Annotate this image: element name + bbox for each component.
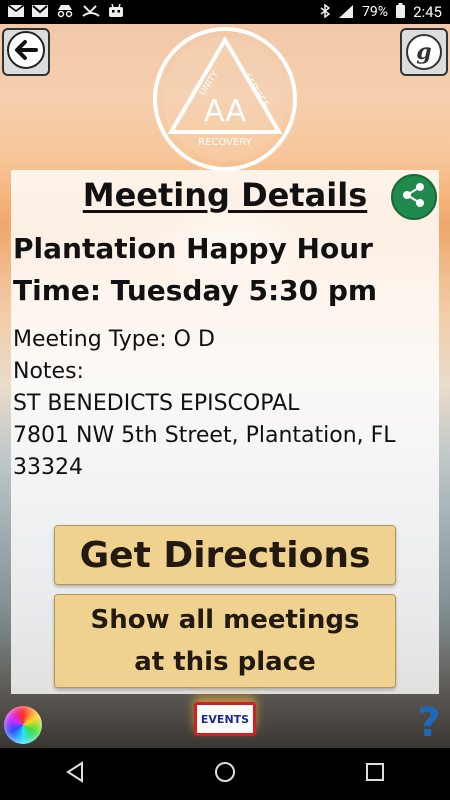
aa-logo: UNITY SERVICE AA RECOVERY — [152, 26, 298, 172]
nav-home-button[interactable] — [205, 754, 245, 794]
page-title: Meeting Details — [82, 176, 368, 214]
address-line1: 7801 NW 5th Street, Plantation, FL — [13, 423, 396, 448]
missed-call-icon — [82, 4, 100, 21]
events-button[interactable]: EVENTS — [194, 702, 256, 736]
triangle-back-icon — [64, 761, 86, 787]
status-left-icons — [7, 3, 124, 21]
status-bar: 79% 2:45 — [0, 0, 450, 24]
battery-icon — [396, 3, 406, 21]
navigation-bar — [0, 748, 450, 800]
bluetooth-icon — [320, 3, 331, 21]
share-icon — [401, 182, 427, 212]
nav-recents-button[interactable] — [355, 754, 395, 794]
show-all-meetings-button[interactable]: Show all meetings at this place — [54, 594, 396, 688]
help-button[interactable]: ? — [412, 700, 446, 746]
meeting-info: Meeting Type: O D Notes: ST BENEDICTS EP… — [13, 324, 437, 484]
robot-icon — [108, 3, 124, 21]
circle-home-icon — [214, 761, 236, 787]
g-icon: g — [406, 34, 442, 70]
status-right-icons: 79% 2:45 — [320, 3, 442, 21]
meeting-details-card: Meeting Details Plantation Happy Hour Ti… — [11, 170, 439, 694]
square-recents-icon — [365, 762, 385, 786]
color-wheel-button[interactable] — [4, 706, 42, 744]
notes-label: Notes: — [13, 359, 84, 384]
meeting-time: Time: Tuesday 5:30 pm — [13, 274, 378, 307]
get-directions-button[interactable]: Get Directions — [54, 525, 396, 585]
address-line2: 33324 — [13, 455, 83, 480]
mail-icon — [7, 3, 25, 20]
g-button[interactable]: g — [400, 28, 448, 76]
meeting-type: Meeting Type: O D — [13, 327, 215, 352]
arrow-left-icon — [6, 30, 46, 74]
status-time: 2:45 — [413, 3, 442, 21]
show-all-meetings-line2: at this place — [134, 647, 316, 677]
share-button[interactable] — [391, 174, 437, 220]
svg-text:AA: AA — [204, 94, 246, 129]
svg-text:RECOVERY: RECOVERY — [198, 137, 252, 148]
lte-signal-icon — [338, 4, 354, 21]
show-all-meetings-line1: Show all meetings — [90, 605, 360, 635]
meeting-name: Plantation Happy Hour — [13, 232, 373, 265]
battery-percent: 79% — [362, 4, 389, 20]
back-button[interactable] — [2, 28, 50, 76]
incognito-icon — [56, 4, 74, 21]
nav-back-button[interactable] — [55, 754, 95, 794]
location-name: ST BENEDICTS EPISCOPAL — [13, 391, 300, 416]
gmail-icon — [32, 4, 48, 20]
